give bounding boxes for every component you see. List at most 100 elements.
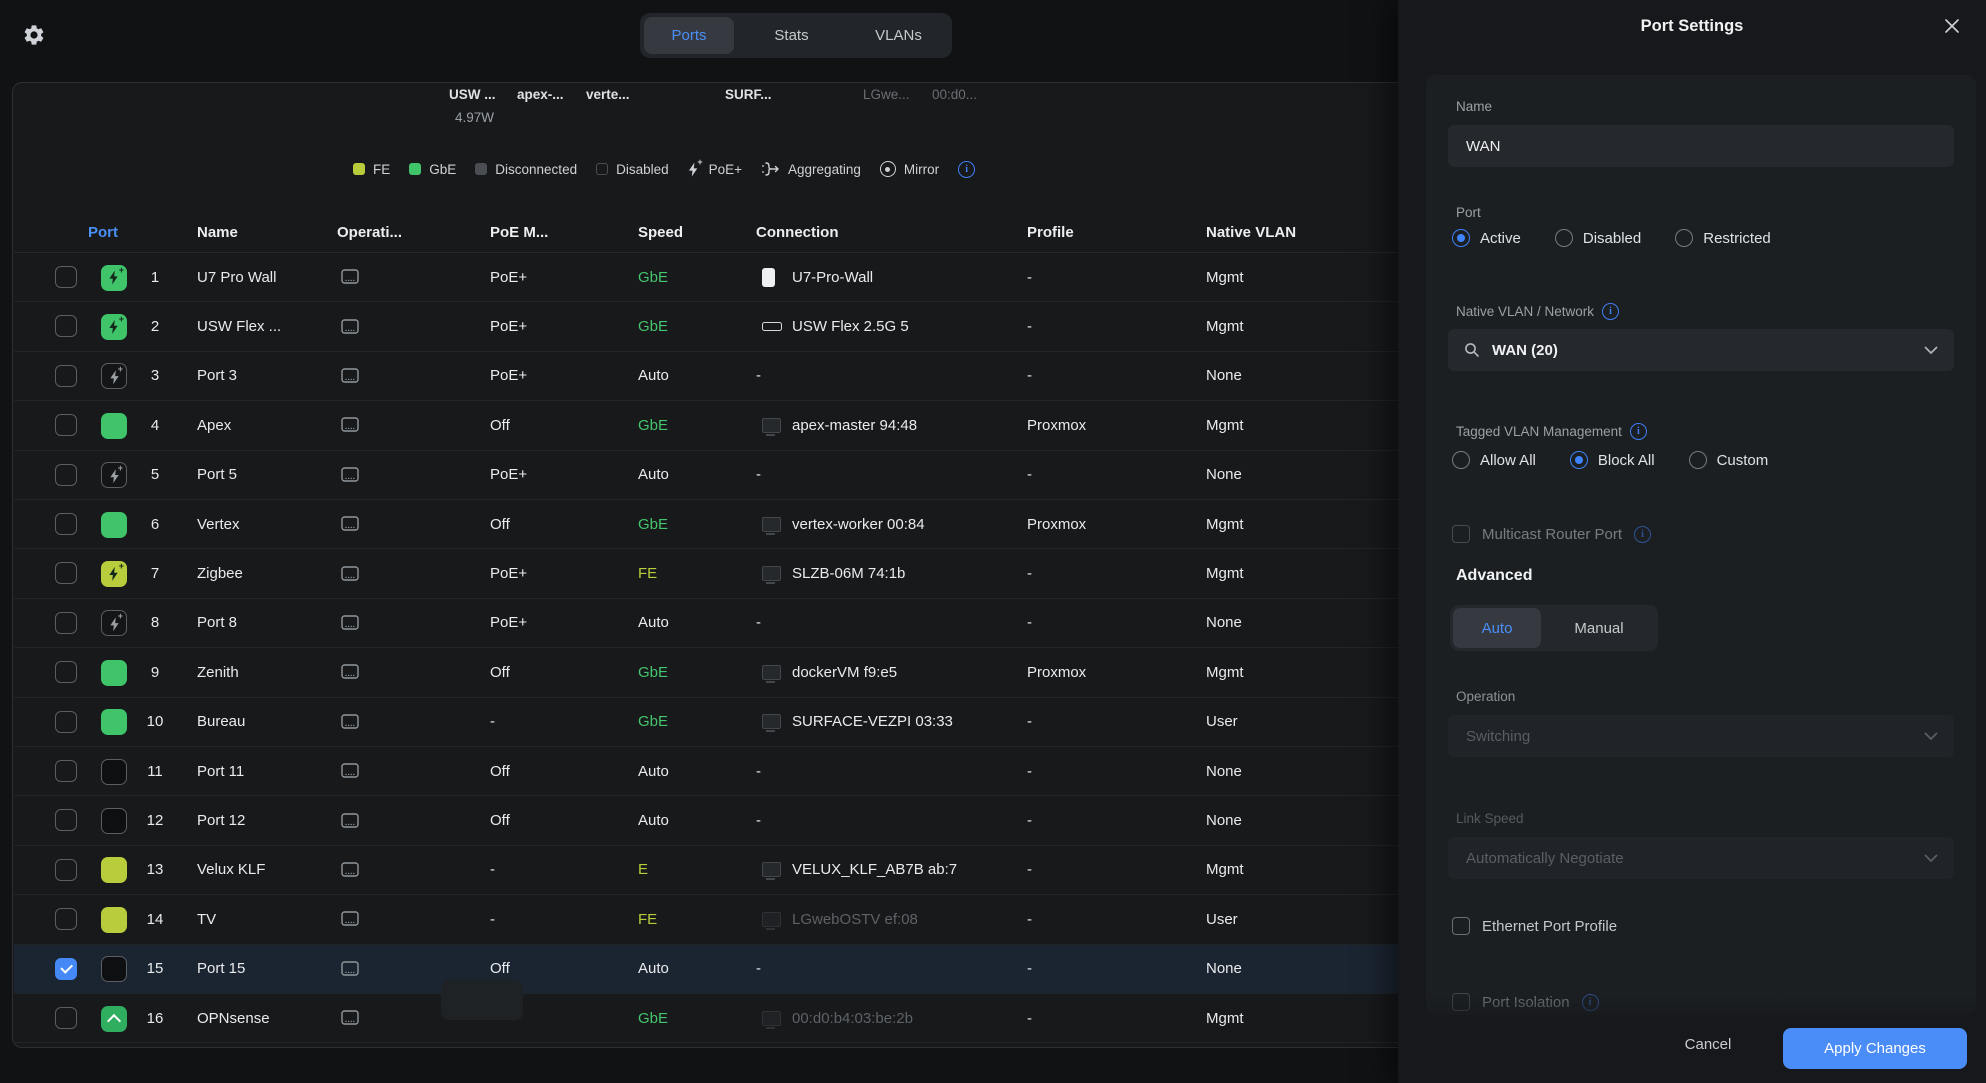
column-header-profile[interactable]: Profile	[1027, 216, 1074, 250]
column-header-connection[interactable]: Connection	[756, 216, 839, 250]
radio-custom[interactable]: Custom	[1689, 451, 1769, 469]
checkbox[interactable]	[1452, 525, 1470, 543]
native-vlan-info-icon[interactable]	[1602, 303, 1619, 320]
checkbox[interactable]	[1452, 993, 1470, 1011]
radio-restricted[interactable]: Restricted	[1675, 229, 1771, 247]
row-checkbox[interactable]	[55, 365, 77, 387]
speed-value: FE	[638, 549, 657, 597]
name-field-label: Name	[1456, 99, 1492, 114]
device-icon	[339, 253, 363, 301]
radio-dot[interactable]	[1452, 229, 1470, 247]
port-name: Vertex	[197, 500, 332, 548]
table-row[interactable]: 3 Port 3 PoE+ Auto - - None	[14, 352, 1415, 401]
row-checkbox[interactable]	[55, 562, 77, 584]
row-checkbox[interactable]	[55, 513, 77, 535]
tab-stats[interactable]: Stats	[738, 17, 845, 54]
device-icon	[339, 451, 363, 499]
port-status-icon	[101, 314, 127, 340]
tab-ports[interactable]: Ports	[644, 17, 734, 54]
column-header-port[interactable]: Port	[88, 216, 118, 250]
table-row[interactable]: 6 Vertex Off GbE vertex-worker 00:84 Pro…	[14, 500, 1415, 549]
column-header-name[interactable]: Name	[197, 216, 238, 250]
port-status-icon	[101, 956, 127, 982]
row-checkbox[interactable]	[55, 711, 77, 733]
table-row[interactable]: 1 U7 Pro Wall PoE+ GbE U7-Pro-Wall - Mgm…	[14, 253, 1415, 302]
tab-vlans[interactable]: VLANs	[845, 17, 952, 54]
port-status-icon	[101, 561, 127, 587]
row-checkbox[interactable]	[55, 315, 77, 337]
toggle-manual[interactable]: Manual	[1544, 608, 1654, 648]
table-row[interactable]: 9 Zenith Off GbE dockerVM f9:e5 Proxmox …	[14, 648, 1415, 697]
port-status-icon	[101, 808, 127, 834]
row-checkbox[interactable]	[55, 612, 77, 634]
radio-active[interactable]: Active	[1452, 229, 1521, 247]
radio-dot[interactable]	[1689, 451, 1707, 469]
port-isolation-checkbox-row[interactable]: Port Isolation	[1452, 993, 1599, 1011]
table-row[interactable]: 7 Zigbee PoE+ FE SLZB-06M 74:1b - Mgmt	[14, 549, 1415, 598]
advanced-mode-toggle: Auto Manual	[1450, 605, 1658, 651]
column-header-operation[interactable]: Operati...	[337, 216, 402, 250]
table-row[interactable]: 11 Port 11 Off Auto - - None	[14, 747, 1415, 796]
column-header-native-vlan[interactable]: Native VLAN	[1206, 216, 1296, 250]
radio-dot[interactable]	[1555, 229, 1573, 247]
row-checkbox[interactable]	[55, 414, 77, 436]
native-vlan-select[interactable]: WAN (20)	[1448, 329, 1954, 371]
row-checkbox[interactable]	[55, 809, 77, 831]
port-status-icon	[101, 857, 127, 883]
row-checkbox[interactable]	[55, 859, 77, 881]
port-name: Zenith	[197, 648, 332, 696]
table-row[interactable]: 13 Velux KLF - E VELUX_KLF_AB7B ab:7 - M…	[14, 846, 1415, 895]
table-row[interactable]: 5 Port 5 PoE+ Auto - - None	[14, 451, 1415, 500]
profile-value: -	[1027, 253, 1032, 301]
close-icon[interactable]	[1942, 16, 1962, 36]
row-checkbox[interactable]	[55, 958, 77, 980]
radio-block-all[interactable]: Block All	[1570, 451, 1655, 469]
table-row[interactable]: 10 Bureau - GbE SURFACE-VEZPI 03:33 - Us…	[14, 698, 1415, 747]
name-input[interactable]	[1448, 125, 1954, 167]
column-header-poe-mode[interactable]: PoE M...	[490, 216, 548, 250]
radio-disabled[interactable]: Disabled	[1555, 229, 1641, 247]
port-isolation-info-icon[interactable]	[1582, 994, 1599, 1011]
multicast-info-icon[interactable]	[1634, 526, 1651, 543]
search-icon	[1464, 342, 1480, 358]
multicast-router-port-checkbox-row[interactable]: Multicast Router Port	[1452, 525, 1651, 543]
table-row[interactable]: 2 USW Flex ... PoE+ GbE USW Flex 2.5G 5 …	[14, 302, 1415, 351]
legend-info-icon[interactable]	[958, 161, 975, 178]
apply-changes-button[interactable]: Apply Changes	[1783, 1028, 1967, 1069]
port-name: U7 Pro Wall	[197, 253, 332, 301]
column-header-speed[interactable]: Speed	[638, 216, 683, 250]
port-state-label: Port	[1456, 205, 1481, 220]
disabled-swatch	[596, 163, 608, 175]
row-checkbox[interactable]	[55, 266, 77, 288]
ethernet-port-profile-checkbox-row[interactable]: Ethernet Port Profile	[1452, 917, 1617, 935]
radio-dot[interactable]	[1452, 451, 1470, 469]
port-status-icon	[101, 907, 127, 933]
radio-allow-all[interactable]: Allow All	[1452, 451, 1536, 469]
connection-device-icon	[762, 672, 781, 680]
table-row[interactable]: 16 OPNsense - GbE 00:d0:b4:03:be:2b - Mg…	[14, 994, 1415, 1043]
row-checkbox[interactable]	[55, 908, 77, 930]
table-footer-button[interactable]	[441, 980, 523, 1020]
profile-value: Proxmox	[1027, 500, 1086, 548]
speed-value: GbE	[638, 253, 668, 301]
cancel-button[interactable]: Cancel	[1668, 1036, 1748, 1053]
radio-dot[interactable]	[1570, 451, 1588, 469]
row-checkbox[interactable]	[55, 661, 77, 683]
table-row[interactable]: 8 Port 8 PoE+ Auto - - None	[14, 599, 1415, 648]
radio-dot[interactable]	[1675, 229, 1693, 247]
table-row[interactable]: 4 Apex Off GbE apex-master 94:48 Proxmox…	[14, 401, 1415, 450]
settings-gear-icon[interactable]	[22, 23, 46, 47]
toggle-auto[interactable]: Auto	[1453, 608, 1541, 648]
table-row[interactable]: 12 Port 12 Off Auto - - None	[14, 796, 1415, 845]
aggregating-icon	[761, 161, 780, 177]
legend-disabled: Disabled	[596, 162, 669, 177]
row-checkbox[interactable]	[55, 464, 77, 486]
table-row[interactable]: 14 TV - FE LGwebOSTV ef:08 - User	[14, 895, 1415, 944]
profile-value: -	[1027, 698, 1032, 746]
table-row[interactable]: 15 Port 15 Off Auto - - None	[14, 945, 1415, 994]
row-checkbox[interactable]	[55, 1007, 77, 1029]
legend-aggregating: Aggregating	[761, 161, 861, 177]
row-checkbox[interactable]	[55, 760, 77, 782]
checkbox[interactable]	[1452, 917, 1470, 935]
tagged-vlan-info-icon[interactable]	[1630, 423, 1647, 440]
